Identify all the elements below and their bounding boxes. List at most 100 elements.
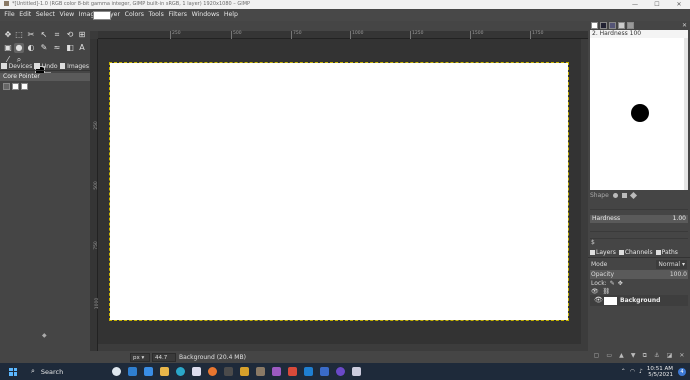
tab-layers[interactable]: Layers	[596, 249, 616, 256]
tab-images[interactable]: Images	[66, 63, 90, 70]
paths-tool-icon[interactable]: ↖	[39, 30, 49, 40]
brushes-tab-icon[interactable]	[591, 22, 598, 29]
firefox-icon[interactable]	[208, 367, 217, 376]
clock-time: 10:51 AM	[646, 365, 673, 372]
horizontal-ruler[interactable]: 250 500 750 1000 1250 1500 1750	[98, 31, 588, 39]
tool-options-tab-icon[interactable]	[627, 22, 634, 29]
mode-select[interactable]: Normal ▾	[656, 260, 687, 269]
layer-visibility-icon[interactable]: 👁	[594, 296, 603, 304]
device-status-panel: Core Pointer	[0, 73, 90, 98]
store-app-icon[interactable]	[192, 367, 201, 376]
paintbrush-tool-icon[interactable]: ●	[14, 43, 24, 53]
start-button-icon[interactable]	[9, 367, 17, 376]
app-icon[interactable]	[272, 367, 281, 376]
gimp-taskbar-icon[interactable]	[256, 367, 265, 376]
menu-file[interactable]: File	[2, 9, 17, 21]
file-explorer-icon[interactable]	[160, 367, 169, 376]
circle-shape-icon[interactable]	[612, 193, 618, 198]
unit-select[interactable]: px ▾	[130, 352, 150, 362]
vscode-icon[interactable]	[304, 367, 313, 376]
app-icon[interactable]	[320, 367, 329, 376]
mask-icon[interactable]: ◪	[667, 352, 673, 362]
tab-devices[interactable]: Devices	[8, 63, 34, 70]
menu-select[interactable]: Select	[34, 9, 58, 21]
volume-icon[interactable]: ♪	[639, 368, 643, 375]
raise-layer-icon[interactable]: ▲	[619, 352, 624, 362]
tab-paths[interactable]: Paths	[662, 249, 678, 256]
gradient-tool-icon[interactable]: ◧	[65, 43, 75, 53]
wifi-icon[interactable]: ◠	[630, 368, 635, 375]
brush-preview[interactable]	[590, 38, 688, 190]
taskbar-clock[interactable]: 10:51 AM 5/5/2021	[647, 366, 673, 378]
status-info: Background (20.4 MB)	[179, 353, 246, 361]
vertical-scrollbar[interactable]	[581, 39, 588, 351]
anchor-icon[interactable]: ⚓	[654, 352, 659, 362]
layer-group-icon[interactable]: ▭	[606, 352, 612, 362]
close-button[interactable]: ✕	[668, 0, 690, 9]
menu-windows[interactable]: Windows	[189, 9, 221, 21]
new-layer-icon[interactable]: ▢	[594, 352, 600, 362]
tab-channels[interactable]: Channels	[625, 249, 653, 256]
menu-view[interactable]: View	[57, 9, 76, 21]
ruler-corner[interactable]	[90, 31, 98, 39]
vertical-ruler[interactable]: 250 500 750 1000	[90, 39, 100, 351]
task-view-icon[interactable]	[112, 367, 121, 376]
lower-layer-icon[interactable]: ▼	[631, 352, 636, 362]
document-history-tab-icon[interactable]	[618, 22, 625, 29]
maximize-button[interactable]: ☐	[646, 0, 668, 9]
paint-tool-icon[interactable]: ▣	[3, 43, 13, 53]
taskbar-search[interactable]: ⌕ Search	[31, 367, 63, 376]
menu-tools[interactable]: Tools	[146, 9, 166, 21]
layer-row[interactable]: 👁 Background	[590, 295, 688, 306]
mail-app-icon[interactable]	[144, 367, 153, 376]
show-hidden-icons-icon[interactable]: ⌃	[621, 368, 626, 375]
aspect-ratio-slider[interactable]	[590, 225, 688, 232]
move-tool-icon[interactable]: ✥	[3, 30, 13, 40]
app-icon[interactable]	[352, 367, 361, 376]
menu-edit[interactable]: Edit	[17, 9, 34, 21]
terminal-app-icon[interactable]	[224, 367, 233, 376]
zoom-select[interactable]: 44.7 %	[152, 352, 176, 369]
rect-select-tool-icon[interactable]: ⬚	[14, 30, 24, 40]
dock-configure-icon[interactable]: ◆	[42, 332, 47, 339]
menu-colors[interactable]: Colors	[122, 9, 146, 21]
search-label: Search	[40, 367, 64, 376]
brush-shape-row: Shape	[590, 191, 688, 200]
calendar-app-icon[interactable]	[128, 367, 137, 376]
opacity-value: 100.0	[669, 271, 687, 278]
notification-badge[interactable]: 4	[678, 367, 686, 376]
duplicate-layer-icon[interactable]: ⧉	[643, 352, 647, 362]
app-icon[interactable]	[240, 367, 249, 376]
tab-undo[interactable]: Undo	[41, 63, 59, 70]
menu-help[interactable]: Help	[222, 9, 241, 21]
close-tab-icon[interactable]: ✕	[682, 22, 687, 29]
transform-tool-icon[interactable]: ⟲	[65, 30, 75, 40]
menu-filters[interactable]: Filters	[166, 9, 189, 21]
edge-browser-icon[interactable]	[176, 367, 185, 376]
brush-preview-scrollbar[interactable]	[684, 38, 688, 190]
image-tab-thumbnail[interactable]	[93, 11, 111, 20]
images-icon	[59, 63, 66, 69]
app-icon[interactable]	[336, 367, 345, 376]
brush-radius-slider[interactable]	[590, 203, 688, 210]
hardness-slider[interactable]: Hardness 1.00	[590, 215, 688, 223]
delete-layer-icon[interactable]: ✕	[679, 352, 684, 362]
patterns-tab-icon[interactable]	[600, 22, 607, 29]
warp-tool-icon[interactable]: ⊞	[77, 30, 87, 40]
eraser-tool-icon[interactable]: ◐	[26, 43, 36, 53]
minimize-button[interactable]: —	[624, 0, 646, 9]
device-fg-swatch	[12, 83, 19, 90]
app-icon[interactable]	[288, 367, 297, 376]
square-shape-icon[interactable]	[621, 193, 627, 198]
fonts-tab-icon[interactable]	[609, 22, 616, 29]
angle-slider[interactable]	[590, 232, 688, 239]
fuzzy-select-tool-icon[interactable]: ✂	[26, 30, 36, 40]
smudge-tool-icon[interactable]: ≈	[52, 43, 62, 53]
text-tool-icon[interactable]: A	[77, 43, 87, 53]
image-canvas[interactable]	[109, 62, 569, 321]
crop-tool-icon[interactable]: ⌗	[52, 30, 62, 40]
clone-tool-icon[interactable]: ✎	[39, 43, 49, 53]
opacity-slider[interactable]: Opacity 100.0	[590, 270, 688, 279]
horizontal-scrollbar[interactable]	[98, 344, 581, 351]
diamond-shape-icon[interactable]	[629, 191, 637, 200]
